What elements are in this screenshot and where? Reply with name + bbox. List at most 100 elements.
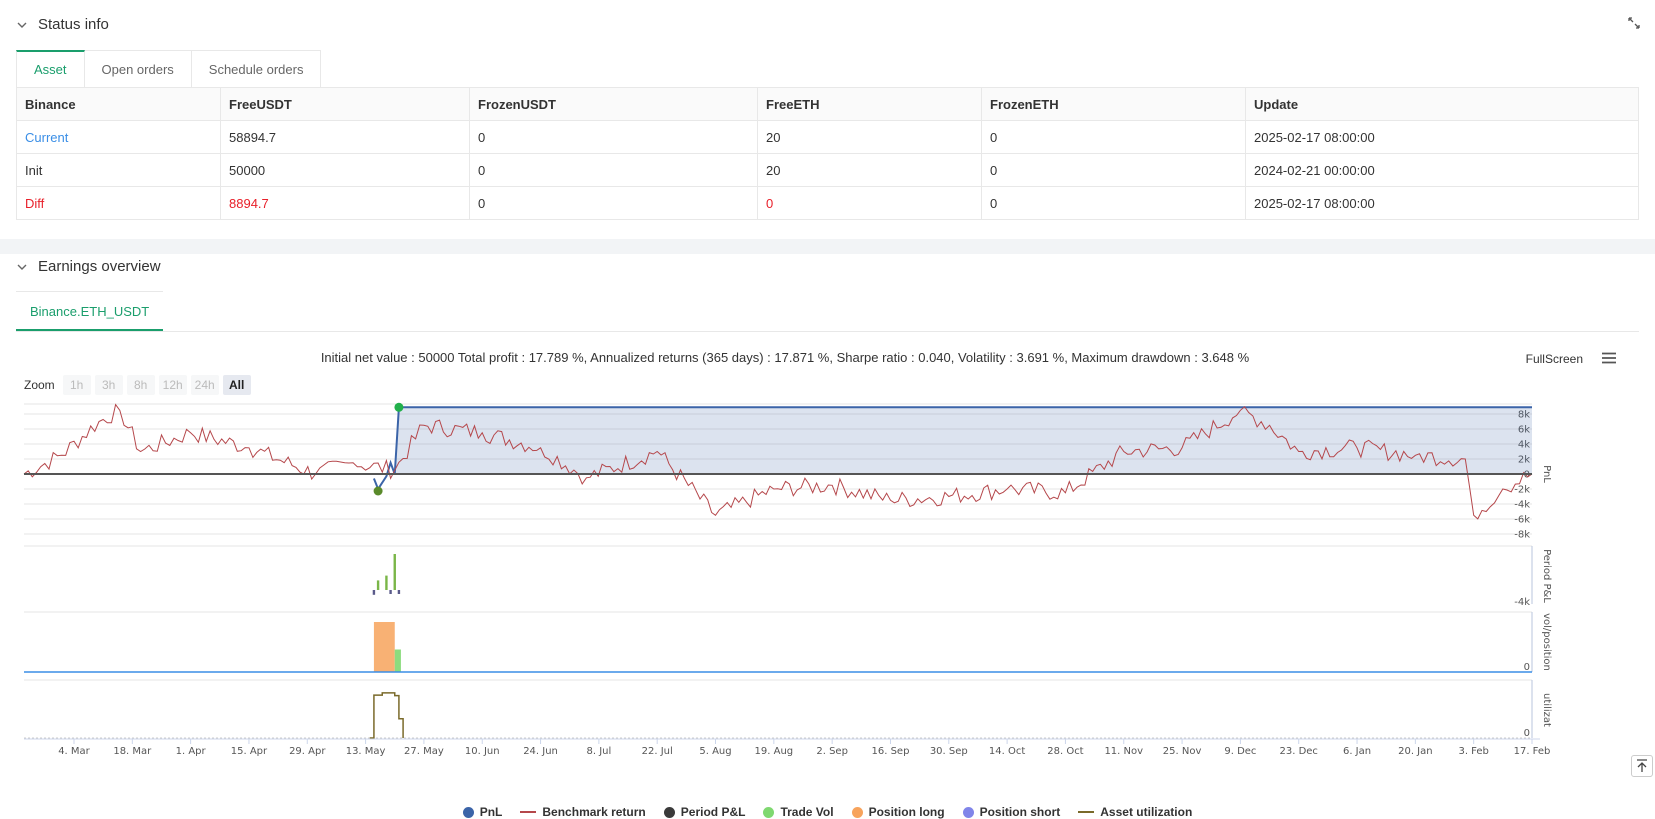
legend-label: Trade Vol [780,805,834,819]
earnings-header[interactable]: Earnings overview [16,258,161,275]
x-tick-label: 19. Aug [755,746,794,757]
zoom-3h-button[interactable]: 3h [94,375,123,395]
y-axis-title: vol/position [1541,613,1552,671]
period-pnl-bar [372,590,376,595]
trade-vol-bar [394,649,401,672]
earnings-title: Earnings overview [38,258,161,275]
x-tick-label: 17. Feb [1514,746,1551,757]
x-tick-label: 10. Jun [465,746,500,757]
table-cell: 0 [757,186,982,220]
table-row: Diff 8894.7 0 0 0 2025-02-17 08:00:00 [16,186,1639,220]
col-header: Update [1245,87,1639,121]
tab-asset[interactable]: Asset [16,50,85,88]
x-tick-label: 30. Sep [930,746,968,757]
x-tick-label: 13. May [346,746,386,757]
performance-summary: Initial net value : 50000 Total profit :… [320,350,1250,365]
col-header: FreeETH [757,87,982,121]
x-tick-label: 9. Dec [1224,746,1256,757]
y-axis-title: Period P&L [1541,549,1552,603]
table-cell: 0 [469,120,758,154]
y-tick-label: -6k [1514,515,1530,526]
table-cell: 2025-02-17 08:00:00 [1245,186,1639,220]
tab-binance-eth-usdt[interactable]: Binance.ETH_USDT [16,291,164,331]
table-cell: 58894.7 [220,120,470,154]
x-tick-label: 2. Sep [816,746,848,757]
legend-swatch [462,806,474,818]
scroll-to-top-button[interactable] [1631,755,1653,777]
x-tick-label: 16. Sep [872,746,910,757]
table-cell: Init [16,153,221,187]
zoom-label: Zoom [24,378,55,392]
y-tick-label: -4k [1514,500,1530,511]
legend-label: Position long [868,805,945,819]
status-info-title: Status info [38,16,109,33]
table-cell: 2024-02-21 00:00:00 [1245,153,1639,187]
zoom-24h-button[interactable]: 24h [190,375,219,395]
zoom-all-button[interactable]: All [222,375,251,395]
table-cell: 50000 [220,153,470,187]
legend-item[interactable]: Position long [851,805,945,819]
period-pnl-bar [385,575,388,590]
legend-item[interactable]: Benchmark return [520,805,646,819]
y-tick-label: -8k [1514,530,1530,541]
legend-item[interactable]: PnL [462,805,503,819]
table-cell: 0 [981,120,1246,154]
period-pnl-bar [389,590,392,594]
zoom-8h-button[interactable]: 8h [126,375,155,395]
x-tick-label: 3. Feb [1458,746,1488,757]
x-tick-label: 15. Apr [231,746,268,757]
x-tick-label: 4. Mar [58,746,90,757]
col-header: FrozenUSDT [469,87,758,121]
table-cell: 0 [469,153,758,187]
y-tick-label: 0 [1524,728,1530,739]
status-info-header[interactable]: Status info [16,16,109,33]
legend-swatch [520,811,537,813]
x-tick-label: 23. Dec [1279,746,1317,757]
status-tabs: Asset Open orders Schedule orders [16,50,322,88]
x-tick-label: 14. Oct [989,746,1025,757]
earnings-chart[interactable]: 8k6k4k2k0-2k-4k-6k-8kPnL-4kPeriod P&L0vo… [0,400,1655,800]
legend-item[interactable]: Trade Vol [763,805,834,819]
arrow-up-icon [1637,759,1647,772]
hamburger-menu-icon[interactable] [1601,352,1617,364]
table-cell[interactable]: Current [16,120,221,154]
period-pnl-bar [397,590,401,594]
y-tick-label: -4k [1514,597,1530,608]
y-tick-label: 0 [1524,662,1530,673]
x-tick-label: 28. Oct [1047,746,1083,757]
zoom-1h-button[interactable]: 1h [62,375,91,395]
legend-item[interactable]: Position short [962,805,1061,819]
x-tick-label: 29. Apr [289,746,326,757]
x-tick-label: 11. Nov [1104,746,1143,757]
legend-label: PnL [479,805,503,819]
legend-label: Asset utilization [1100,805,1193,819]
chevron-down-icon[interactable] [16,261,28,273]
table-header-row: Binance FreeUSDT FrozenUSDT FreeETH Froz… [16,87,1639,121]
legend-item[interactable]: Asset utilization [1078,805,1192,819]
x-tick-label: 6. Jan [1343,746,1371,757]
x-tick-label: 24. Jun [523,746,558,757]
table-cell: 20 [757,153,982,187]
x-tick-label: 22. Jul [642,746,673,757]
fullscreen-expand-icon[interactable] [1627,16,1641,30]
legend-item[interactable]: Period P&L [663,805,745,819]
y-axis-title: utilizat [1541,693,1552,727]
fullscreen-button[interactable]: FullScreen [1526,352,1583,366]
legend-label: Position short [979,805,1061,819]
x-tick-label: 5. Aug [699,746,731,757]
legend-swatch [962,806,974,818]
tab-open-orders[interactable]: Open orders [84,50,192,88]
x-tick-label: 8. Jul [586,746,611,757]
zoom-12h-button[interactable]: 12h [158,375,187,395]
earnings-overview-panel: Earnings overview Binance.ETH_USDT Initi… [0,254,1655,819]
chart-legend: PnL Benchmark return Period P&L Trade Vol Po… [0,805,1655,819]
tab-schedule-orders[interactable]: Schedule orders [191,50,322,88]
x-tick-label: 25. Nov [1163,746,1202,757]
legend-swatch [763,806,775,818]
table-cell: Diff [16,186,221,220]
chevron-down-icon[interactable] [16,19,28,31]
asset-utilization-line [369,692,404,739]
x-tick-label: 27. May [404,746,444,757]
x-tick-label: 1. Apr [176,746,207,757]
position-long-area [373,622,395,672]
